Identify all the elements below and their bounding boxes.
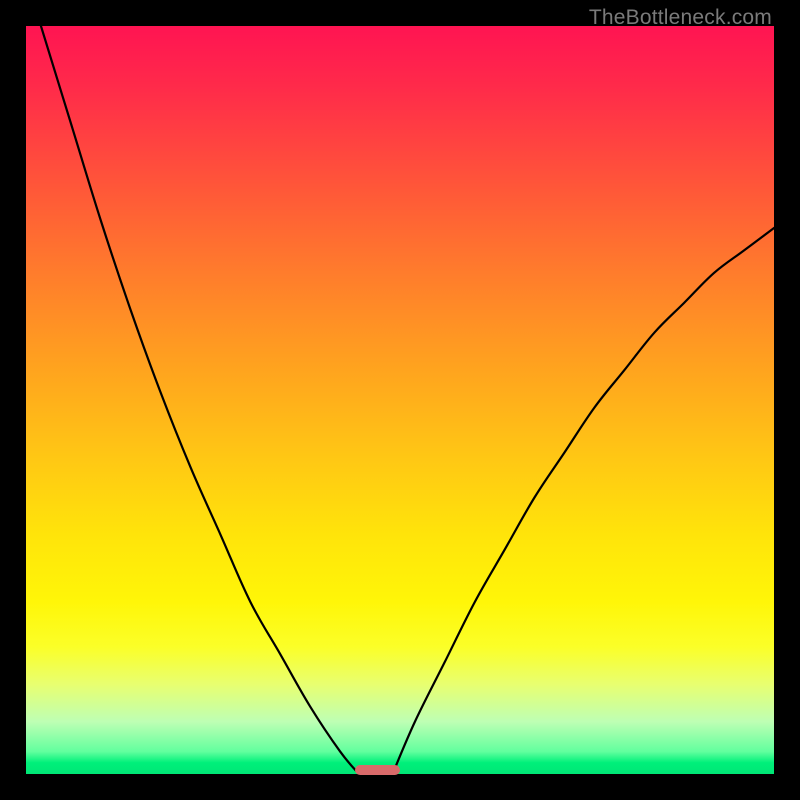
plot-area (26, 26, 774, 774)
chart-frame: TheBottleneck.com (0, 0, 800, 800)
curve-right-branch (393, 228, 774, 774)
curve-left-branch (41, 26, 359, 774)
bottleneck-curve (26, 26, 774, 774)
optimal-marker (355, 765, 400, 775)
watermark-text: TheBottleneck.com (589, 6, 772, 30)
